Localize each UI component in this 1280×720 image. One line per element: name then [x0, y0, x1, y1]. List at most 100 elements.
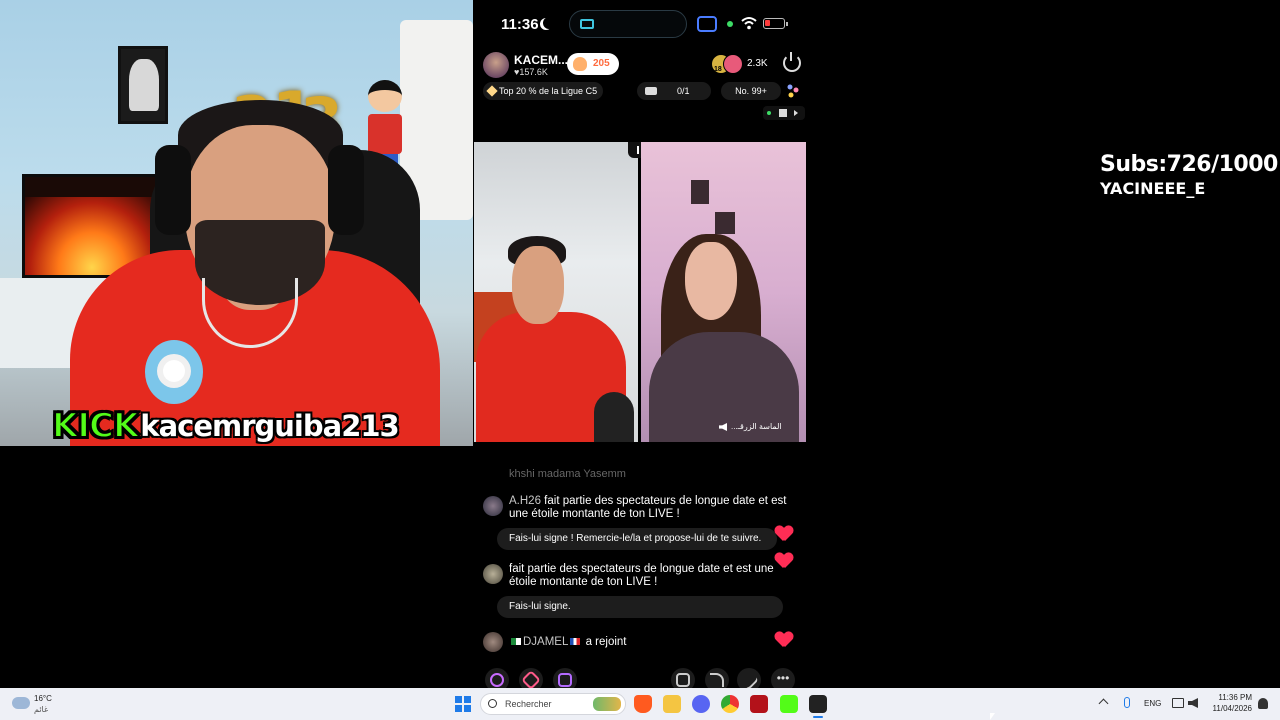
wifi-icon [741, 17, 757, 30]
algeria-flag-icon [511, 638, 521, 646]
chat-avatar[interactable] [483, 496, 503, 516]
chat-faded-line: khshi madama Yasemm [509, 468, 626, 480]
kick-username-tag: KICK kacemrguiba213 [51, 405, 400, 447]
chat-message: A.H26 fait partie des spectateurs de lon… [509, 495, 799, 521]
power-icon[interactable] [783, 52, 801, 72]
camera-indicator-dot [727, 21, 733, 27]
language-indicator[interactable]: ENG [1144, 699, 1161, 708]
kick-username: kacemrguiba213 [140, 409, 399, 443]
mouse-cursor-icon [990, 713, 995, 720]
cloud-icon[interactable] [12, 697, 30, 709]
discord-icon[interactable] [692, 695, 710, 713]
microphone [594, 392, 634, 442]
file-explorer-icon[interactable] [663, 695, 681, 713]
more-button[interactable]: ••• [771, 668, 795, 688]
join-username[interactable]: DJAMEL [523, 636, 568, 648]
link-button[interactable] [485, 668, 509, 688]
viewer-count[interactable]: 2.3K [747, 58, 768, 69]
film-icon [676, 673, 690, 687]
network-icon[interactable] [1172, 698, 1184, 708]
edit-button[interactable] [737, 668, 761, 688]
pen-icon [739, 670, 759, 688]
host-likes: ♥157.6K [514, 67, 548, 77]
ranking-icon[interactable] [787, 84, 799, 98]
fan-club-button[interactable]: 205 [567, 53, 619, 75]
weather-temperature[interactable]: 16°C [34, 694, 52, 703]
moon-icon [543, 17, 555, 29]
gift-progress: 0/1 [677, 86, 690, 96]
microphone-icon[interactable] [1124, 697, 1130, 708]
subs-goal-overlay: Subs:726/1000 YACINEEE_E [1100, 152, 1278, 198]
chat-message-text: fait partie des spectateurs de longue da… [509, 563, 774, 588]
chat-message: fait partie des spectateurs de longue da… [509, 563, 799, 589]
channel-name: YACINEEE_E [1100, 179, 1206, 198]
search-placeholder: Rechercher [505, 699, 552, 709]
windows-start-icon[interactable] [455, 696, 471, 712]
screen-cast-icon [580, 19, 594, 29]
league-text: Top 20 % de la Ligue C5 [499, 86, 598, 96]
webcam-feed: 2 1 3 [0, 0, 473, 446]
phone-live-screen: 11:36 KACEM... ♥157.6K 205 18 2.3K Top 2… [473, 0, 806, 688]
match-button[interactable] [519, 668, 543, 688]
streamer [70, 100, 440, 446]
screen: 2 1 3 KICK kacemrguiba213 11:36 [0, 0, 1280, 720]
brave-browser-icon[interactable] [634, 695, 652, 713]
clock-date[interactable]: 11/04/2026 [1206, 704, 1252, 713]
guest-name: ...الماسة الزرقـ [731, 422, 782, 431]
chevron-up-icon[interactable] [1098, 698, 1109, 709]
kick-logo: KICK [51, 405, 140, 447]
guest-video[interactable]: ...الماسة الزرقـ [641, 142, 806, 442]
fan-count: 205 [593, 58, 610, 69]
multi-guest-view: ...الماسة الزرقـ [474, 142, 806, 442]
share-button[interactable] [705, 668, 729, 688]
search-icon [488, 699, 497, 708]
apps-button[interactable] [553, 668, 577, 688]
diamond-icon [486, 85, 498, 97]
weather-condition[interactable]: غائم [34, 705, 48, 714]
league-row: Top 20 % de la Ligue C5 0/1 No. 99+ [483, 82, 803, 100]
host-name[interactable]: KACEM... [514, 53, 568, 67]
league-badge[interactable]: Top 20 % de la Ligue C5 [483, 82, 604, 100]
wall-frame [715, 212, 735, 234]
adobe-icon[interactable] [750, 695, 768, 713]
host-info-row: KACEM... ♥157.6K 205 18 2.3K [483, 52, 803, 78]
heart-icon[interactable] [775, 553, 793, 569]
top-viewers[interactable]: 18 [711, 54, 747, 74]
clock-time[interactable]: 11:36 PM [1218, 693, 1252, 702]
more-icon: ••• [776, 671, 790, 685]
host-avatar[interactable] [483, 52, 509, 78]
envelope-icon [645, 87, 657, 95]
join-action: a rejoint [585, 636, 627, 648]
notification-bell-icon[interactable] [1258, 698, 1268, 709]
link-icon [490, 673, 504, 687]
viewer-badge: 18 [714, 66, 722, 73]
caret-right-icon[interactable] [794, 110, 798, 116]
heart-icon[interactable] [775, 526, 793, 542]
phone-status-bar: 11:36 [473, 8, 806, 40]
host-video[interactable] [474, 142, 638, 442]
active-app-indicator [813, 716, 823, 718]
screen-mirror-app-icon[interactable] [809, 695, 827, 713]
live-dot [767, 111, 771, 115]
taskbar: 16°C غائم Rechercher ENG 11:36 PM 11/04/… [0, 688, 1280, 720]
multiwindow-icon[interactable] [697, 16, 717, 32]
gift-goal-pill[interactable]: 0/1 [637, 82, 711, 100]
kick-app-icon[interactable] [780, 695, 798, 713]
home-icon[interactable] [779, 109, 787, 117]
heart-icon[interactable] [775, 632, 793, 648]
dynamic-island[interactable] [569, 10, 687, 38]
suggestion-chip[interactable]: Fais-lui signe ! Remercie-le/la et propo… [497, 528, 777, 550]
france-flag-icon [570, 638, 581, 646]
mini-controls[interactable] [763, 106, 805, 120]
subs-goal: Subs:726/1000 [1100, 152, 1278, 177]
chat-avatar[interactable] [483, 564, 503, 584]
volume-icon[interactable] [1188, 698, 1198, 708]
rank-pill[interactable]: No. 99+ [721, 82, 781, 100]
suggestion-chip[interactable]: Fais-lui signe. [497, 596, 783, 618]
taskbar-search[interactable]: Rechercher [480, 693, 626, 715]
chrome-icon[interactable] [721, 695, 739, 713]
chat-avatar[interactable] [483, 632, 503, 652]
wall-frame [691, 180, 709, 204]
media-button[interactable] [671, 668, 695, 688]
chat-username[interactable]: A.H26 [509, 495, 541, 507]
